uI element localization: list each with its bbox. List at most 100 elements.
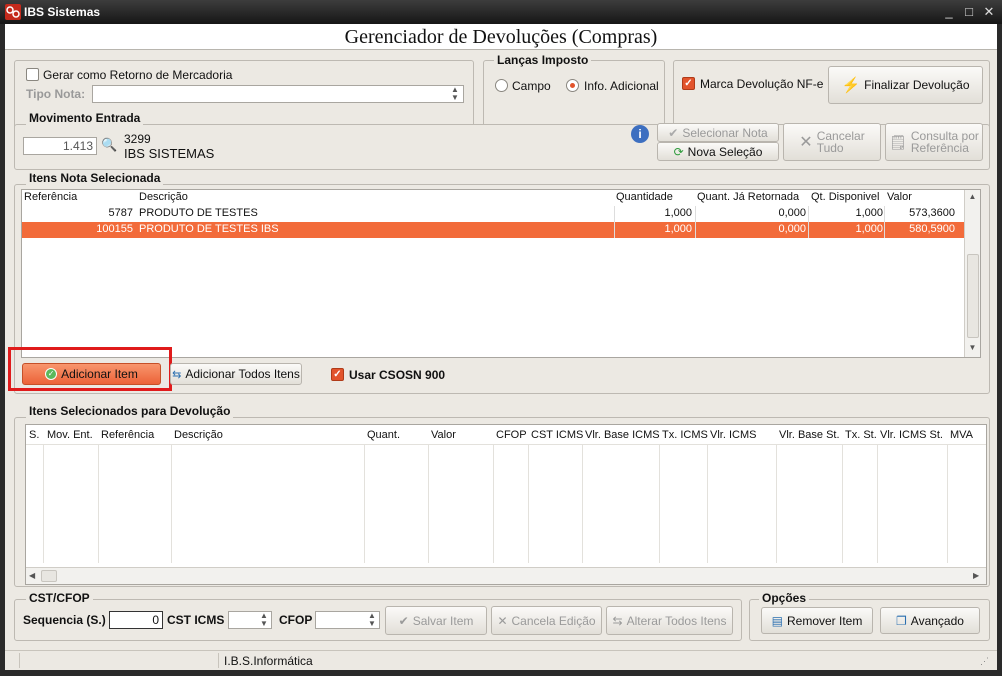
page-title: Gerenciador de Devoluções (Compras) — [5, 24, 997, 50]
spin-icon[interactable]: ▲ ▼ — [259, 612, 269, 628]
table-row-selected[interactable]: 100155 PRODUTO DE TESTES IBS 1,000 0,000… — [22, 222, 964, 238]
devolucao-grid[interactable]: S. Mov. Ent. Referência Descrição Quant.… — [25, 424, 987, 585]
cst-icms-input[interactable]: ▲ ▼ — [228, 611, 272, 629]
col-quantidade[interactable]: Quantidade — [616, 191, 673, 203]
gerar-retorno-checkbox[interactable] — [26, 68, 39, 81]
check-circle-icon: ✔ — [668, 125, 679, 140]
movimento-input[interactable]: 1.413 — [23, 137, 97, 155]
spin-icon[interactable]: ▲ ▼ — [367, 612, 377, 628]
maximize-button[interactable]: □ — [960, 3, 978, 21]
window-title: IBS Sistemas — [24, 5, 101, 19]
search-icon[interactable]: 🔍 — [101, 137, 117, 153]
col-tx-icms[interactable]: Tx. ICMS — [662, 429, 708, 441]
status-divider — [19, 653, 20, 668]
remover-item-button[interactable]: ▤ Remover Item — [761, 607, 873, 634]
cfop-label: CFOP — [279, 613, 313, 627]
check-circle-icon: ✓ — [45, 368, 58, 380]
finalizar-devolucao-button[interactable]: ⚡ Finalizar Devolução — [828, 66, 983, 104]
campo-radio[interactable] — [495, 79, 508, 92]
column-divider — [582, 445, 583, 563]
scroll-thumb[interactable] — [967, 254, 979, 338]
status-bar: I.B.S.Informática ⋰ — [5, 650, 997, 670]
cancela-edicao-button[interactable]: ✕ Cancela Edição — [491, 606, 602, 635]
minimize-button[interactable]: _ — [940, 3, 958, 21]
finalizar-devolucao-label: Finalizar Devolução — [864, 78, 970, 92]
col-valor[interactable]: Valor — [431, 429, 456, 441]
usar-csosn-checkbox[interactable]: ✓ — [331, 368, 344, 381]
close-button[interactable]: ✕ — [980, 3, 998, 21]
column-divider — [884, 206, 885, 238]
selecionar-nota-button[interactable]: ✔ Selecionar Nota — [657, 123, 779, 142]
col-mva[interactable]: MVA — [950, 429, 973, 441]
status-text: I.B.S.Informática — [224, 654, 313, 668]
col-mov-ent[interactable]: Mov. Ent. — [47, 429, 93, 441]
consulta-referencia-button[interactable]: 🗒 Consulta por Referência — [885, 123, 983, 161]
cell-quant-retornada: 0,000 — [778, 207, 806, 219]
cfop-input[interactable]: ▲ ▼ — [315, 611, 380, 629]
col-valor[interactable]: Valor — [887, 191, 912, 203]
column-divider — [707, 445, 708, 563]
salvar-item-label: Salvar Item — [412, 613, 474, 628]
nova-selecao-label: Nova Seleção — [687, 144, 763, 159]
x-icon: ✕ — [799, 134, 813, 151]
scroll-down-icon[interactable]: ▼ — [965, 343, 980, 352]
sequencia-input[interactable]: 0 — [109, 611, 163, 629]
column-divider — [776, 445, 777, 563]
tipo-nota-select[interactable]: ▲ ▼ — [92, 85, 464, 103]
col-s[interactable]: S. — [29, 429, 39, 441]
scroll-left-icon[interactable]: ◀ — [29, 571, 35, 580]
scroll-right-icon[interactable]: ▶ — [973, 571, 979, 580]
itens-nota-grid[interactable]: Referência Descrição Quantidade Quant. J… — [21, 189, 981, 358]
lanca-imposto-title: Lanças Imposto — [494, 53, 592, 67]
info-icon[interactable]: i — [631, 125, 649, 143]
cell-descricao: PRODUTO DE TESTES IBS — [139, 223, 279, 235]
column-divider — [528, 445, 529, 563]
resize-grip-icon[interactable]: ⋰ — [980, 656, 989, 667]
tudo-label: Tudo — [816, 141, 844, 155]
salvar-item-button[interactable]: ✔ Salvar Item — [385, 606, 487, 635]
movimento-entrada-title: Movimento Entrada — [26, 111, 144, 125]
table-row[interactable]: 5787 PRODUTO DE TESTES 1,000 0,000 1,000… — [22, 206, 964, 222]
alterar-todos-button[interactable]: ⇆ Alterar Todos Itens — [606, 606, 733, 635]
col-vlr-base-icms[interactable]: Vlr. Base ICMS — [585, 429, 660, 441]
col-tx-st[interactable]: Tx. St. — [845, 429, 877, 441]
opcoes-title: Opções — [759, 591, 810, 605]
scroll-thumb[interactable] — [41, 570, 57, 582]
col-referencia[interactable]: Referência — [24, 191, 77, 203]
marca-devolucao-checkbox[interactable]: ✓ — [682, 77, 695, 90]
column-divider — [842, 445, 843, 563]
adicionar-todos-button[interactable]: ⇆ Adicionar Todos Itens — [170, 363, 302, 385]
sequencia-label: Sequencia (S.) — [23, 613, 106, 627]
cell-referencia: 5787 — [108, 207, 133, 219]
refresh-icon: ⟳ — [673, 144, 684, 159]
cell-valor: 573,3600 — [909, 207, 955, 219]
col-vlr-icms[interactable]: Vlr. ICMS — [710, 429, 756, 441]
gerar-retorno-label: Gerar como Retorno de Mercadoria — [43, 68, 233, 82]
col-descricao[interactable]: Descrição — [174, 429, 223, 441]
vertical-scrollbar[interactable]: ▲ ▼ — [964, 190, 980, 357]
col-quant[interactable]: Quant. — [367, 429, 400, 441]
col-vlr-base-st[interactable]: Vlr. Base St. — [779, 429, 840, 441]
spin-up-icon[interactable]: ▲ ▼ — [449, 86, 461, 102]
avancado-button[interactable]: ❐ Avançado — [880, 607, 980, 634]
col-cst-icms[interactable]: CST ICMS — [531, 429, 583, 441]
cell-valor: 580,5900 — [909, 223, 955, 235]
adicionar-item-button[interactable]: ✓ Adicionar Item — [22, 363, 161, 385]
windows-icon: ❐ — [896, 613, 907, 628]
remover-item-label: Remover Item — [786, 613, 863, 628]
col-quant-retornada[interactable]: Quant. Já Retornada — [697, 191, 799, 203]
col-vlr-icms-st[interactable]: Vlr. ICMS St. — [880, 429, 943, 441]
status-divider — [218, 653, 219, 668]
adicionar-todos-label: Adicionar Todos Itens — [185, 367, 300, 381]
column-divider — [808, 206, 809, 238]
col-cfop[interactable]: CFOP — [496, 429, 527, 441]
nova-selecao-button[interactable]: ⟳ Nova Seleção — [657, 142, 779, 161]
info-adicional-radio[interactable] — [566, 79, 579, 92]
cancela-edicao-label: Cancela Edição — [511, 613, 596, 628]
scroll-up-icon[interactable]: ▲ — [965, 192, 980, 201]
horizontal-scrollbar[interactable]: ◀ ▶ — [26, 567, 986, 584]
col-descricao[interactable]: Descrição — [139, 191, 188, 203]
col-referencia[interactable]: Referência — [101, 429, 154, 441]
col-qt-disponivel[interactable]: Qt. Disponivel — [811, 191, 879, 203]
cancelar-tudo-button[interactable]: ✕ Cancelar Tudo — [783, 123, 881, 161]
